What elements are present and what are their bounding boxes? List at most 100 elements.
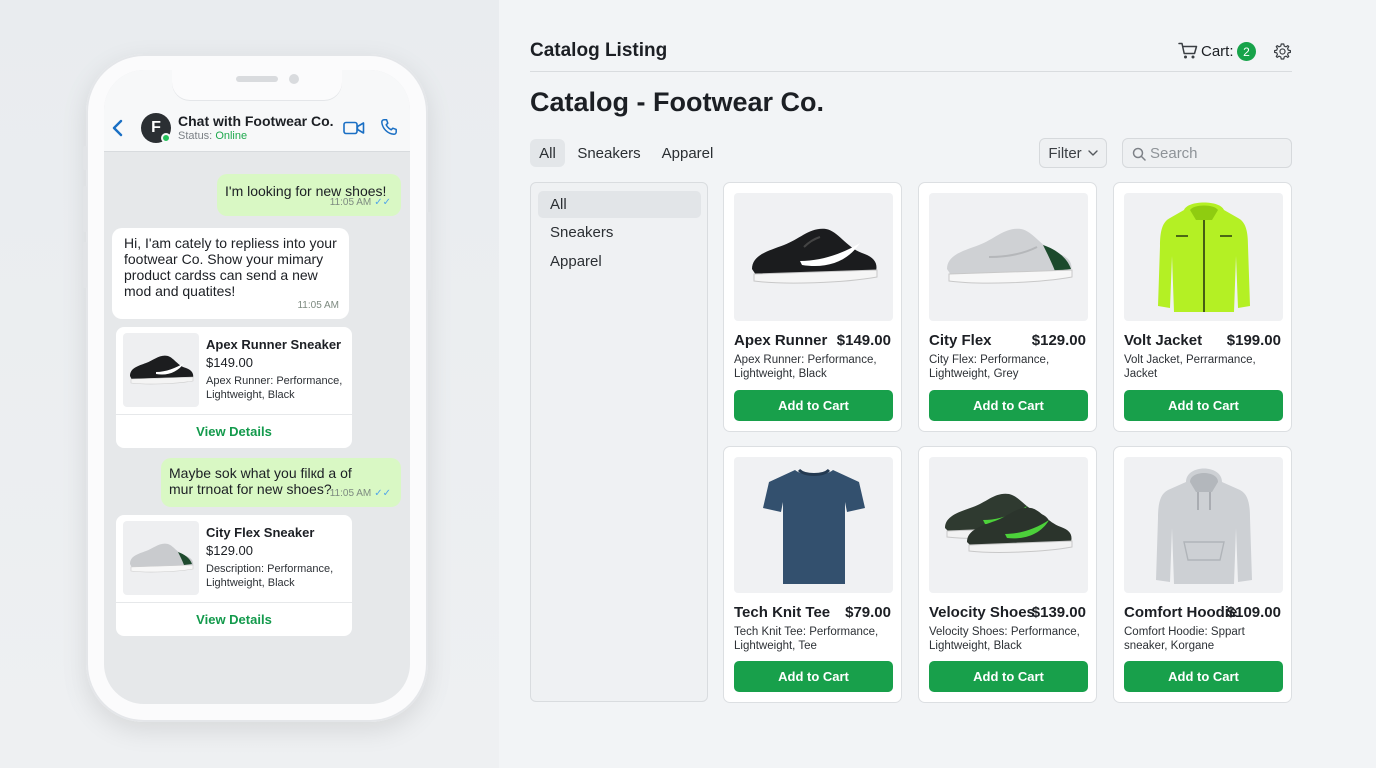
product-price: $79.00 xyxy=(845,604,891,621)
chat-product-card[interactable]: City Flex Sneaker $129.00 Description: P… xyxy=(116,515,352,636)
product-description: Description: Performance, Lightweight, B… xyxy=(206,563,334,589)
message-time: 11:05 AM ✓✓ xyxy=(330,486,391,502)
product-image xyxy=(1124,457,1283,593)
product-name: Tech Knit Tee xyxy=(734,604,831,621)
message-outgoing: I'm looking for new shoes! 11:05 AM ✓✓ xyxy=(217,174,401,216)
message-time: 11:05 AM xyxy=(297,300,339,311)
category-sidebar: All Sneakers Apparel xyxy=(530,182,708,702)
black-sneaker-icon xyxy=(130,355,194,385)
add-to-cart-button[interactable]: Add to Cart xyxy=(929,661,1088,692)
product-price: $149.00 xyxy=(206,355,253,370)
tab-all[interactable]: All xyxy=(530,139,565,167)
chat-screen: F Chat with Footwear Co. Status: Online … xyxy=(104,70,410,704)
add-to-cart-button[interactable]: Add to Cart xyxy=(734,390,893,421)
search-input[interactable] xyxy=(1150,140,1288,166)
video-call-icon[interactable] xyxy=(343,120,365,136)
product-image xyxy=(734,193,893,321)
view-details-link[interactable]: View Details xyxy=(116,603,352,635)
phone-call-icon[interactable] xyxy=(380,118,398,136)
lime-jacket-icon xyxy=(1157,202,1250,312)
product-name: Comfort Hoodie xyxy=(1124,604,1238,621)
product-thumbnail xyxy=(123,521,199,595)
product-description: Tech Knit Tee: Performance, Lightweight,… xyxy=(734,626,879,652)
gear-icon[interactable] xyxy=(1273,42,1292,61)
cart-label[interactable]: Cart: xyxy=(1201,43,1234,60)
product-description: Apex Runner: Performance, Lightweight, B… xyxy=(206,375,343,401)
product-description: Comfort Hoodie: Sppart sneaker, Korgane xyxy=(1124,626,1245,652)
product-thumbnail xyxy=(123,333,199,407)
phone-mute-switch xyxy=(83,146,87,170)
product-name: Velocity Shoes xyxy=(929,604,1035,621)
product-description: Apex Runner: Performance, Lightweight, B… xyxy=(734,354,877,380)
chat-status: Status: Online xyxy=(178,130,247,142)
sidebar-item-sneakers[interactable]: Sneakers xyxy=(538,219,701,246)
phone-volume-down xyxy=(83,242,87,288)
product-price: $129.00 xyxy=(206,543,253,558)
chevron-down-icon xyxy=(1087,150,1098,156)
green-sneakers-pair-icon xyxy=(944,493,1072,553)
product-image xyxy=(1124,193,1283,321)
message-time: 11:05 AM ✓✓ xyxy=(330,195,391,211)
phone-notch xyxy=(172,70,342,100)
online-status-dot xyxy=(161,133,171,143)
cart-icon[interactable] xyxy=(1178,42,1198,60)
product-card[interactable]: Apex Runner $149.00 Apex Runner: Perform… xyxy=(723,182,902,432)
product-card[interactable]: City Flex $129.00 City Flex: Performance… xyxy=(918,182,1097,432)
product-price: $149.00 xyxy=(836,332,891,349)
message-incoming: Hi, I'am cately to repliess into your fo… xyxy=(112,228,349,319)
grey-sneaker-icon xyxy=(946,228,1072,284)
grey-sneaker-icon xyxy=(130,543,194,573)
tab-sneakers[interactable]: Sneakers xyxy=(573,139,645,167)
product-description: City Flex: Performance, Lightweight, Gre… xyxy=(929,354,1050,380)
filter-label: Filter xyxy=(1048,144,1082,162)
front-camera xyxy=(289,74,299,84)
speaker-grille xyxy=(236,76,278,82)
back-arrow-icon[interactable] xyxy=(110,118,126,138)
chat-product-card[interactable]: Apex Runner Sneaker $149.00 Apex Runner:… xyxy=(116,327,352,448)
add-to-cart-button[interactable]: Add to Cart xyxy=(734,661,893,692)
sidebar-item-apparel[interactable]: Apparel xyxy=(538,248,701,275)
product-price: $109.00 xyxy=(1226,604,1281,621)
message-text: Hi, I'am cately to repliess into your fo… xyxy=(124,235,337,299)
product-price: $199.00 xyxy=(1226,332,1281,349)
phone-volume-up xyxy=(83,186,87,232)
tab-apparel[interactable]: Apparel xyxy=(655,139,720,167)
view-details-link[interactable]: View Details xyxy=(116,415,352,447)
filter-button[interactable]: Filter xyxy=(1039,138,1107,168)
product-card[interactable]: Velocity Shoes $139.00 Velocity Shoes: P… xyxy=(918,446,1097,703)
product-card[interactable]: Comfort Hoodie $109.00 Comfort Hoodie: S… xyxy=(1113,446,1292,703)
product-name: City Flex Sneaker xyxy=(206,525,315,540)
sidebar-item-all[interactable]: All xyxy=(538,191,701,218)
product-description: Volt Jacket, Perrarmance, Jacket xyxy=(1124,354,1256,380)
search-box[interactable] xyxy=(1122,138,1292,168)
message-outgoing: Maybe sok what you filкd a of mur trnoat… xyxy=(161,458,401,507)
phone-power-button xyxy=(427,212,431,290)
product-name: Volt Jacket xyxy=(1124,332,1203,349)
add-to-cart-button[interactable]: Add to Cart xyxy=(1124,390,1283,421)
time-label: 11:05 AM xyxy=(329,488,372,499)
product-price: $129.00 xyxy=(1031,332,1086,349)
product-image xyxy=(929,193,1088,321)
product-image xyxy=(929,457,1088,593)
navy-tshirt-icon xyxy=(762,468,865,584)
product-card[interactable]: Volt Jacket $199.00 Volt Jacket, Perrarm… xyxy=(1113,182,1292,432)
product-name: City Flex xyxy=(929,332,992,349)
product-description: Velocity Shoes: Performance, Lightweight… xyxy=(929,626,1080,652)
chat-title: Chat with Footwear Co. xyxy=(178,113,334,129)
read-ticks-icon: ✓✓ xyxy=(374,197,391,208)
time-label: 11:05 AM xyxy=(329,197,372,208)
page-title: Catalog - Footwear Co. xyxy=(530,87,825,117)
cart-count-badge: 2 xyxy=(1237,42,1256,61)
grey-hoodie-icon xyxy=(1155,468,1252,584)
product-card[interactable]: Tech Knit Tee $79.00 Tech Knit Tee: Perf… xyxy=(723,446,902,703)
product-price: $139.00 xyxy=(1031,604,1086,621)
topbar-title: Catalog Listing xyxy=(530,40,668,61)
add-to-cart-button[interactable]: Add to Cart xyxy=(929,390,1088,421)
product-image xyxy=(734,457,893,593)
product-name: Apex Runner xyxy=(734,332,828,349)
status-value: Online xyxy=(215,130,248,142)
search-icon xyxy=(1132,147,1146,161)
status-prefix: Status: xyxy=(178,130,213,142)
add-to-cart-button[interactable]: Add to Cart xyxy=(1124,661,1283,692)
product-name: Apex Runner Sneaker xyxy=(206,337,342,352)
